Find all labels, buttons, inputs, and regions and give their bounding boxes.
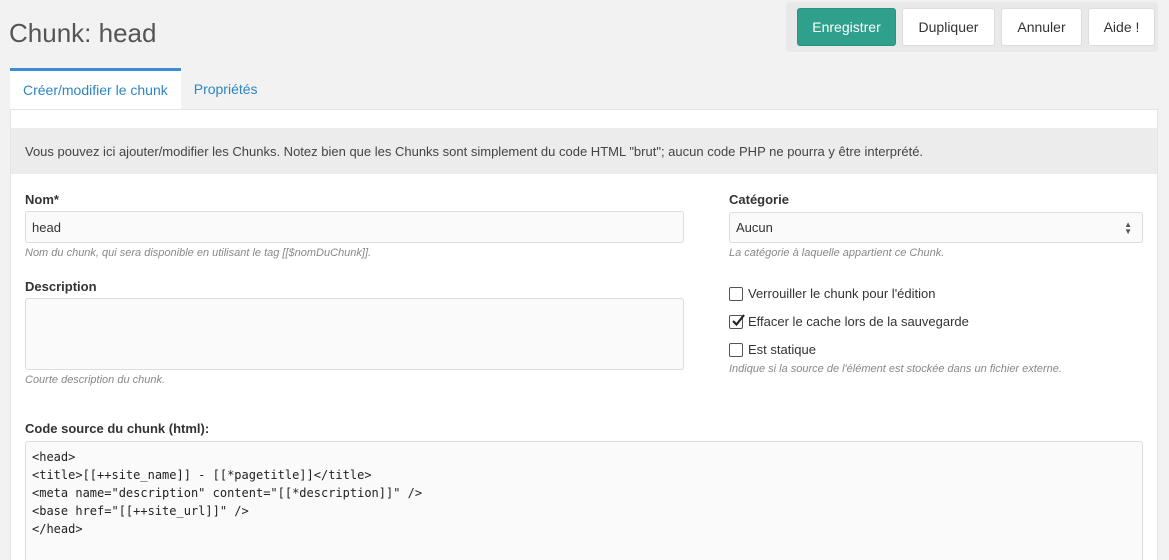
cancel-button[interactable]: Annuler (1001, 8, 1082, 46)
description-label: Description (25, 279, 97, 294)
static-checkbox[interactable] (729, 342, 743, 357)
lock-checkbox[interactable] (729, 286, 743, 301)
category-select-value: Aucun (736, 220, 773, 235)
category-select[interactable]: Aucun ▲ ▼ (729, 212, 1143, 243)
description-hint: Courte description du chunk. (25, 374, 166, 386)
static-checkbox-label: Est statique (748, 342, 816, 357)
category-hint: La catégorie à laquelle appartient ce Ch… (729, 247, 945, 259)
save-button[interactable]: Enregistrer (797, 8, 896, 46)
checkmark-icon (732, 313, 745, 326)
edit-panel: Vous pouvez ici ajouter/modifier les Chu… (10, 109, 1158, 560)
category-label: Catégorie (729, 192, 789, 207)
duplicate-button[interactable]: Dupliquer (902, 8, 995, 46)
select-arrows-icon: ▲ ▼ (1124, 220, 1132, 236)
lock-checkbox-label: Verrouiller le chunk pour l'édition (748, 286, 936, 301)
info-notice: Vous pouvez ici ajouter/modifier les Chu… (11, 128, 1157, 174)
clear-cache-checkbox-label: Effacer le cache lors de la sauvegarde (748, 314, 969, 329)
name-hint: Nom du chunk, qui sera disponible en uti… (25, 247, 372, 259)
static-checkbox-row[interactable]: Est statique (729, 342, 816, 357)
code-editor[interactable]: <head> <title>[[++site_name]] - [[*paget… (25, 441, 1143, 560)
tab-edit-chunk[interactable]: Créer/modifier le chunk (10, 68, 181, 109)
clear-cache-checkbox-row[interactable]: Effacer le cache lors de la sauvegarde (729, 313, 969, 329)
page-title: Chunk: head (9, 18, 157, 48)
clear-cache-checkbox[interactable] (729, 313, 745, 329)
lock-checkbox-row[interactable]: Verrouiller le chunk pour l'édition (729, 286, 935, 301)
name-label: Nom* (25, 192, 59, 207)
action-toolbar: Enregistrer Dupliquer Annuler Aide ! (786, 2, 1158, 52)
help-button[interactable]: Aide ! (1088, 8, 1155, 46)
tab-properties[interactable]: Propriétés (181, 68, 271, 109)
tab-bar: Créer/modifier le chunk Propriétés (10, 68, 271, 109)
code-label: Code source du chunk (html): (25, 421, 210, 436)
description-textarea[interactable] (25, 298, 684, 370)
name-input[interactable]: head (25, 211, 684, 243)
static-hint: Indique si la source de l'élément est st… (729, 363, 1062, 375)
